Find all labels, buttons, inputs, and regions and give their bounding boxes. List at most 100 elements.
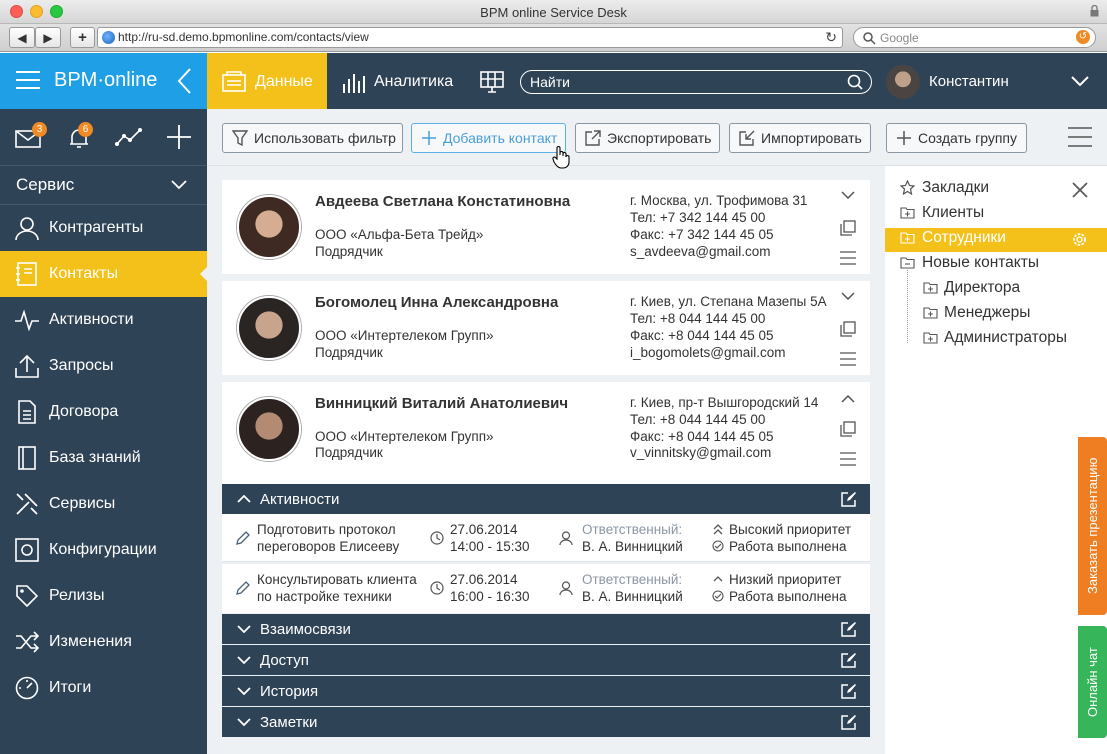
edit-icon[interactable] [841, 621, 857, 637]
sidebar-item-accounts[interactable]: Контрагенты [0, 205, 207, 251]
expand-chevron-icon[interactable] [841, 191, 855, 199]
folder-directors[interactable]: Директора [944, 279, 1020, 297]
section-access[interactable]: Доступ [222, 645, 870, 675]
workspace-selector[interactable]: Сервис [16, 175, 74, 195]
collapse-chevron-icon[interactable] [841, 395, 855, 403]
folder-plus-icon[interactable] [900, 206, 915, 219]
folder-plus-icon[interactable] [900, 231, 915, 244]
activity-title-line2[interactable]: переговоров Елисееву [257, 539, 399, 554]
address-bar[interactable]: http://ru-sd.demo.bpmonline.com/contacts… [97, 27, 843, 48]
folder-admins[interactable]: Администраторы [944, 329, 1067, 347]
sidebar-item-requests[interactable]: Запросы [0, 343, 207, 389]
activity-title[interactable]: Консультировать клиента [257, 572, 417, 587]
contact-name[interactable]: Винницкий Виталий Анатолиевич [315, 395, 568, 412]
contact-email[interactable]: s_avdeeva@gmail.com [630, 244, 771, 259]
tab-analytics[interactable]: Аналитика [374, 73, 453, 91]
reload-icon[interactable]: ↻ [825, 29, 837, 46]
edit-icon[interactable] [841, 491, 857, 507]
copy-icon[interactable] [840, 220, 856, 236]
row-menu-icon[interactable] [840, 352, 856, 366]
back-button[interactable]: ◀ [9, 27, 35, 48]
folder-managers[interactable]: Менеджеры [944, 304, 1030, 322]
hamburger-menu-icon[interactable] [1068, 126, 1092, 148]
section-relations[interactable]: Взаимосвязи [222, 614, 870, 644]
create-group-button[interactable]: Создать группу [886, 123, 1027, 153]
contact-card[interactable]: Авдеева Светлана Констатиновна ООО «Альф… [222, 180, 870, 274]
user-name[interactable]: Константин [929, 73, 1009, 90]
menu-icon[interactable] [16, 70, 40, 90]
online-chat-tab[interactable]: Онлайн чат [1078, 626, 1107, 738]
folder-plus-icon[interactable] [923, 331, 938, 344]
export-icon [585, 130, 601, 146]
dashboard-chart-icon[interactable] [115, 126, 143, 148]
close-icon[interactable] [1072, 182, 1088, 198]
folder-minus-icon[interactable] [900, 256, 915, 269]
activity-title-line2[interactable]: по настройке техники [257, 589, 392, 604]
sidebar-item-changes[interactable]: Изменения [0, 619, 207, 665]
workplace-icon[interactable] [480, 70, 504, 94]
folder-bookmarks[interactable]: Закладки [922, 179, 989, 197]
star-icon [900, 180, 915, 195]
contact-name[interactable]: Богомолец Инна Александровна [315, 294, 558, 311]
sidebar-item-contacts[interactable]: Контакты [0, 251, 207, 297]
gear-icon[interactable] [1071, 231, 1088, 248]
chevron-down-icon[interactable] [1071, 76, 1089, 87]
responsible-name[interactable]: В. А. Винницкий [582, 539, 683, 554]
export-button[interactable]: Экспортировать [575, 123, 720, 153]
tab-data[interactable]: Данные [207, 53, 327, 109]
sidebar-item-summaries[interactable]: Итоги [0, 665, 207, 711]
copy-icon[interactable] [840, 321, 856, 337]
sidebar-item-knowledge-base[interactable]: База знаний [0, 435, 207, 481]
use-filter-button[interactable]: Использовать фильтр [222, 123, 403, 153]
url-text: http://ru-sd.demo.bpmonline.com/contacts… [118, 30, 369, 44]
edit-icon[interactable] [841, 714, 857, 730]
row-menu-icon[interactable] [840, 452, 856, 466]
search-icon[interactable] [847, 74, 863, 90]
add-icon[interactable] [167, 125, 191, 149]
activity-time: 14:00 - 15:30 [450, 539, 530, 554]
activity-title[interactable]: Подготовить протокол [257, 522, 396, 537]
user-avatar[interactable] [886, 65, 920, 99]
sidebar-item-releases[interactable]: Релизы [0, 573, 207, 619]
search-go-icon[interactable]: ↺ [1076, 30, 1090, 44]
sidebar-item-activities[interactable]: Активности [0, 297, 207, 343]
folder-new-contacts[interactable]: Новые контакты [922, 254, 1039, 272]
contact-name[interactable]: Авдеева Светлана Констатиновна [315, 193, 570, 210]
pulse-icon [15, 308, 39, 332]
responsible-name[interactable]: В. А. Винницкий [582, 589, 683, 604]
expand-chevron-icon[interactable] [841, 292, 855, 300]
activity-row[interactable]: Подготовить протокол переговоров Елисеев… [222, 514, 870, 562]
folder-employees[interactable]: Сотрудники [922, 229, 1006, 247]
back-arrow-icon: ◀ [17, 30, 27, 45]
new-tab-button[interactable]: + [70, 27, 95, 48]
section-history[interactable]: История [222, 676, 870, 706]
edit-icon[interactable] [841, 683, 857, 699]
sidebar-item-contracts[interactable]: Договора [0, 389, 207, 435]
edit-icon[interactable] [841, 652, 857, 668]
folder-clients[interactable]: Клиенты [922, 204, 984, 222]
copy-icon[interactable] [840, 421, 856, 437]
add-contact-button[interactable]: Добавить контакт [411, 123, 566, 153]
collapse-sidebar-icon[interactable] [176, 67, 192, 95]
contact-card[interactable]: Богомолец Инна Александровна ООО «Интерт… [222, 281, 870, 375]
order-presentation-tab[interactable]: Заказать презентацию [1078, 437, 1107, 615]
contact-email[interactable]: v_vinnitsky@gmail.com [630, 445, 771, 460]
workspace-chevron-icon[interactable] [171, 180, 187, 190]
contact-email[interactable]: i_bogomolets@gmail.com [630, 345, 786, 360]
browser-search-field[interactable]: Google ↺ [853, 27, 1096, 48]
online-chat-label: Онлайн чат [1085, 647, 1100, 717]
sidebar-item-services[interactable]: Сервисы [0, 481, 207, 527]
sidebar-item-configurations[interactable]: Конфигурации [0, 527, 207, 573]
section-notes[interactable]: Заметки [222, 707, 870, 737]
forward-button[interactable]: ▶ [35, 27, 61, 48]
import-button[interactable]: Импортировать [729, 123, 871, 153]
folder-plus-icon[interactable] [923, 281, 938, 294]
contact-card-expanded[interactable]: Винницкий Виталий Анатолиевич ООО «Интер… [222, 382, 870, 484]
plus-icon [421, 130, 437, 146]
section-activities[interactable]: Активности [222, 484, 870, 514]
activity-row[interactable]: Консультировать клиента по настройке тех… [222, 564, 870, 613]
sidebar-item-label: Контрагенты [49, 219, 144, 236]
global-search-input[interactable]: Найти [520, 70, 872, 94]
folder-plus-icon[interactable] [923, 306, 938, 319]
row-menu-icon[interactable] [840, 251, 856, 265]
